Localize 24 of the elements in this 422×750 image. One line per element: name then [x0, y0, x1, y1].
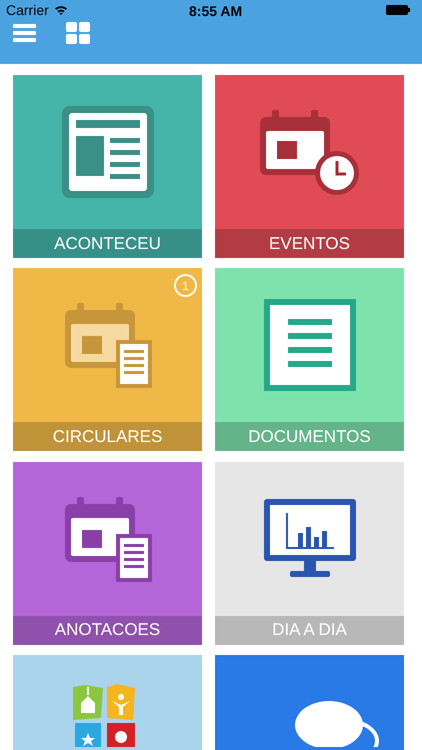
grid-icon[interactable] — [66, 22, 90, 44]
battery-icon — [386, 5, 410, 15]
document-icon — [264, 299, 356, 392]
newspaper-icon — [62, 106, 154, 198]
tile-label: CIRCULARES — [13, 422, 202, 452]
tile-label: EVENTOS — [215, 229, 404, 258]
tile-label: DIA A DIA — [215, 616, 404, 644]
menu-tile[interactable]: DIA A DIA — [215, 462, 404, 644]
monitor-chart-icon — [264, 498, 356, 578]
menu-tile[interactable]: ACONTECEU — [13, 75, 202, 258]
tile-label: ANOTACOES — [13, 616, 202, 644]
tile-label: ACONTECEU — [13, 229, 202, 258]
menu-icon[interactable] — [13, 24, 36, 42]
wifi-icon — [54, 5, 68, 15]
carrier-name: Carrier — [6, 0, 49, 20]
tile-label: DOCUMENTOS — [215, 422, 404, 452]
menu-tile[interactable]: CIRCULARES 1 — [13, 268, 202, 452]
menu-tile[interactable]: ANOTACOES — [13, 462, 202, 644]
count-badge: 1 — [174, 274, 197, 298]
menu-tile[interactable] — [13, 654, 202, 750]
clock-time: 8:55 AM — [189, 2, 242, 21]
menu-tile[interactable]: DOCUMENTOS — [215, 268, 404, 452]
menu-tile[interactable]: EVENTOS — [215, 75, 404, 258]
menu-tile[interactable] — [215, 654, 404, 750]
